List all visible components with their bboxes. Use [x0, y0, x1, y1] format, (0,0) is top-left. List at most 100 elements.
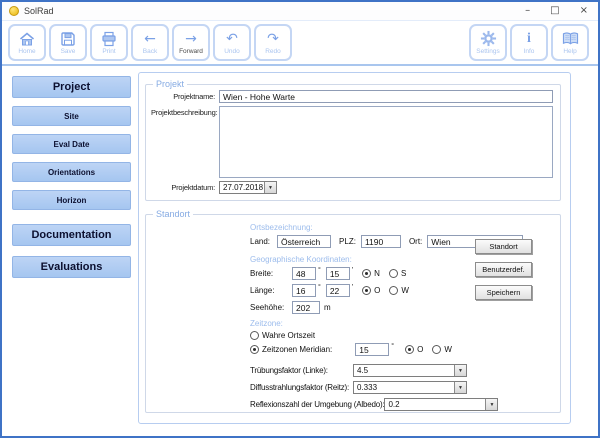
info-button[interactable]: i Info	[510, 24, 548, 61]
project-name-input[interactable]	[219, 90, 553, 103]
print-button[interactable]: Print	[90, 24, 128, 61]
latitude-north-radio[interactable]	[362, 269, 371, 278]
degree-symbol: °	[318, 284, 321, 291]
help-button[interactable]: Help	[551, 24, 589, 61]
longitude-label: Länge:	[250, 286, 292, 295]
meridian-east-radio[interactable]	[405, 345, 414, 354]
location-group-legend: Standort	[153, 209, 193, 219]
settings-button[interactable]: Settings	[469, 24, 507, 61]
altitude-input[interactable]	[292, 301, 320, 314]
sidebar-item-eval-date[interactable]: Eval Date	[12, 134, 131, 154]
degree-symbol: °	[391, 343, 394, 350]
timezone-meridian-radio[interactable]	[250, 345, 259, 354]
diffuse-radiation-factor-value: 0.333	[354, 382, 454, 393]
latitude-north-label: N	[374, 269, 380, 278]
albedo-label: Reflexionszahl der Umgebung (Albedo):	[250, 400, 384, 409]
meridian-west-label: W	[444, 345, 452, 354]
timezone-meridian-input[interactable]	[355, 343, 389, 356]
true-local-time-radio[interactable]	[250, 331, 259, 340]
turbidity-factor-combobox[interactable]: 4.5 ▼	[353, 364, 467, 377]
meridian-east-label: O	[417, 345, 423, 354]
save-button[interactable]: Save	[49, 24, 87, 61]
diffuse-radiation-factor-combobox[interactable]: 0.333 ▼	[353, 381, 467, 394]
window-title: SolRad	[24, 6, 54, 16]
altitude-label: Seehöhe:	[250, 303, 292, 312]
forward-label: Forward	[179, 48, 203, 55]
home-button[interactable]: Home	[8, 24, 46, 61]
speichern-button[interactable]: Speichern	[475, 285, 532, 300]
zip-input[interactable]	[361, 235, 401, 248]
save-label: Save	[61, 48, 76, 55]
gear-icon	[480, 30, 497, 47]
dropdown-arrow-icon[interactable]: ▼	[454, 365, 466, 376]
maximize-icon[interactable]: □	[550, 6, 559, 16]
project-description-textarea[interactable]	[219, 106, 553, 178]
project-description-label: Projektbeschreibung:	[151, 108, 215, 117]
sidebar-item-evaluations[interactable]: Evaluations	[12, 256, 131, 278]
standort-button[interactable]: Standort	[475, 239, 532, 254]
project-group: Projekt Projektname: Projektbeschreibung…	[145, 79, 561, 201]
longitude-west-label: W	[401, 286, 409, 295]
true-local-time-label: Wahre Ortszeit	[262, 331, 315, 340]
settings-label: Settings	[476, 48, 500, 55]
save-icon	[60, 30, 76, 47]
forward-button[interactable]: → Forward	[172, 24, 210, 61]
toolbar-right-group: Settings i Info Help	[469, 24, 592, 61]
sidebar-item-horizon[interactable]: Horizon	[12, 190, 131, 210]
sidebar-item-orientations[interactable]: Orientations	[12, 162, 131, 182]
minimize-icon[interactable]: –	[525, 6, 530, 16]
undo-icon: ↶	[226, 30, 238, 47]
turbidity-factor-value: 4.5	[354, 365, 454, 376]
country-input[interactable]	[277, 235, 331, 248]
content-panel: Projekt Projektname: Projektbeschreibung…	[138, 72, 571, 424]
home-icon	[19, 30, 35, 47]
title-bar: SolRad – □ ×	[2, 2, 598, 21]
longitude-west-radio[interactable]	[389, 286, 398, 295]
minute-symbol: '	[352, 267, 353, 274]
help-label: Help	[563, 48, 576, 55]
redo-button[interactable]: ↷ Redo	[254, 24, 292, 61]
latitude-south-label: S	[401, 269, 406, 278]
dropdown-arrow-icon[interactable]: ▼	[454, 382, 466, 393]
info-icon: i	[527, 30, 531, 47]
meridian-west-radio[interactable]	[432, 345, 441, 354]
toolbar: Home Save Print ← Back → Forward ↶ Undo …	[2, 21, 598, 66]
project-group-legend: Projekt	[153, 79, 187, 89]
place-heading: Ortsbezeichnung:	[250, 223, 553, 232]
zip-label: PLZ:	[339, 237, 356, 246]
degree-symbol: °	[318, 267, 321, 274]
print-label: Print	[102, 48, 115, 55]
close-icon[interactable]: ×	[580, 6, 588, 16]
redo-label: Redo	[265, 48, 281, 55]
undo-button[interactable]: ↶ Undo	[213, 24, 251, 61]
longitude-east-label: O	[374, 286, 380, 295]
sidebar-item-project[interactable]: Project	[12, 76, 131, 98]
timezone-meridian-label: Zeitzonen Meridian:	[262, 345, 332, 354]
app-icon	[9, 6, 19, 16]
longitude-east-radio[interactable]	[362, 286, 371, 295]
albedo-combobox[interactable]: 0.2 ▼	[384, 398, 498, 411]
location-group: Standort Ortsbezeichnung: Land: PLZ: Ort…	[145, 209, 561, 413]
longitude-minutes-input[interactable]	[326, 284, 350, 297]
latitude-degrees-input[interactable]	[292, 267, 316, 280]
latitude-minutes-input[interactable]	[326, 267, 350, 280]
longitude-degrees-input[interactable]	[292, 284, 316, 297]
minute-symbol: '	[352, 284, 353, 291]
info-label: Info	[524, 48, 535, 55]
help-book-icon	[562, 30, 579, 47]
sidebar-item-documentation[interactable]: Documentation	[12, 224, 131, 246]
benutzerdef-button[interactable]: Benutzerdef.	[475, 262, 532, 277]
dropdown-arrow-icon[interactable]: ▼	[264, 182, 276, 193]
back-arrow-icon: ←	[144, 30, 156, 47]
redo-icon: ↷	[267, 30, 279, 47]
back-button[interactable]: ← Back	[131, 24, 169, 61]
turbidity-factor-label: Trübungsfaktor (Linke):	[250, 366, 353, 375]
latitude-south-radio[interactable]	[389, 269, 398, 278]
country-label: Land:	[250, 237, 270, 246]
back-label: Back	[143, 48, 157, 55]
sidebar-item-site[interactable]: Site	[12, 106, 131, 126]
project-date-combobox[interactable]: 27.07.2018 ▼	[219, 181, 277, 194]
city-label: Ort:	[409, 237, 422, 246]
dropdown-arrow-icon[interactable]: ▼	[485, 399, 497, 410]
home-label: Home	[18, 48, 35, 55]
